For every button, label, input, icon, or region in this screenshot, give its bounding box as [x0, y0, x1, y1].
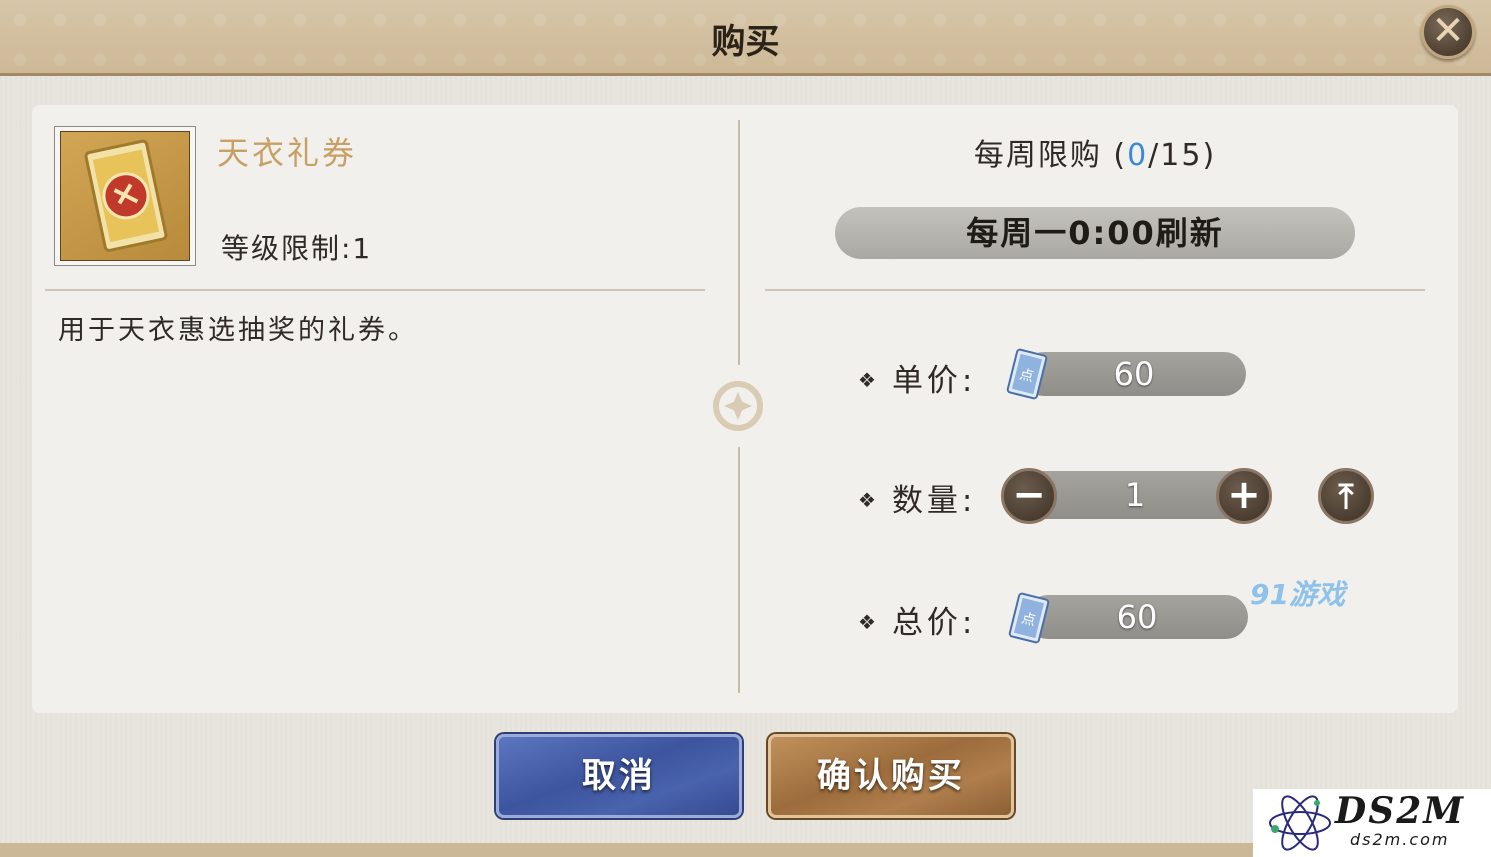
max-quantity-button[interactable]: ⤒ [1318, 468, 1374, 524]
total-price-value-box: 60 [1026, 595, 1248, 639]
refresh-info: 每周一0:00刷新 [835, 207, 1355, 259]
total-price-row: ❖ 总价: [858, 597, 976, 642]
item-icon-frame [54, 126, 196, 266]
center-divider-bottom [738, 447, 740, 693]
item-level-limit: 等级限制:1 [221, 232, 373, 265]
ornament-icon [713, 381, 763, 431]
item-description: 用于天衣惠选抽奖的礼券。 [58, 315, 418, 346]
confirm-purchase-button[interactable]: 确认购买 [768, 734, 1014, 818]
gift-ticket-icon [84, 139, 168, 252]
weekly-limit: 每周限购 (0/15) [900, 130, 1290, 174]
watermark-91: 91游戏 [1250, 578, 1345, 611]
weekly-limit-current: 0 [1127, 138, 1149, 173]
increase-quantity-button[interactable]: + [1216, 468, 1272, 524]
max-arrow-icon: ⤒ [1338, 477, 1354, 517]
unit-price-value: 60 [1113, 355, 1155, 393]
close-button[interactable]: ✕ [1421, 5, 1475, 59]
site-logo-text: DS2M [1335, 790, 1466, 832]
scroll-ticket-icon: 点 [1006, 348, 1048, 400]
right-divider [765, 289, 1425, 291]
minus-icon: − [1012, 472, 1046, 518]
scroll-ticket-icon: 点 [1008, 592, 1050, 644]
quantity-value: 1 [1124, 476, 1146, 514]
cancel-button[interactable]: 取消 [496, 734, 742, 818]
diamond-bullet-icon: ❖ [858, 368, 880, 392]
weekly-limit-label: 每周限购 ( [973, 138, 1128, 173]
quantity-row: ❖ 数量: [858, 475, 976, 520]
weekly-limit-max: /15) [1148, 138, 1217, 173]
diamond-bullet-icon: ❖ [858, 488, 880, 512]
total-price-label: 总价: [891, 605, 977, 641]
unit-price-label: 单价: [891, 363, 977, 399]
total-price-value: 60 [1116, 598, 1158, 636]
item-icon-background [60, 131, 190, 261]
diamond-bullet-icon: ❖ [858, 610, 880, 634]
quantity-label: 数量: [891, 483, 977, 519]
site-logo-subtext: ds2m.com [1350, 830, 1450, 849]
decrease-quantity-button[interactable]: − [1001, 468, 1057, 524]
plus-icon: + [1227, 472, 1261, 518]
close-icon: ✕ [1431, 8, 1465, 54]
center-divider-top [738, 120, 740, 365]
unit-price-row: ❖ 单价: [858, 355, 976, 400]
left-divider [45, 289, 705, 291]
unit-price-value-box: 60 [1022, 352, 1246, 396]
item-name: 天衣礼券 [217, 134, 358, 172]
dialog-header: 购买 ✕ [0, 0, 1491, 76]
dialog-title: 购买 [711, 22, 780, 62]
atom-logo-icon [1269, 795, 1331, 851]
